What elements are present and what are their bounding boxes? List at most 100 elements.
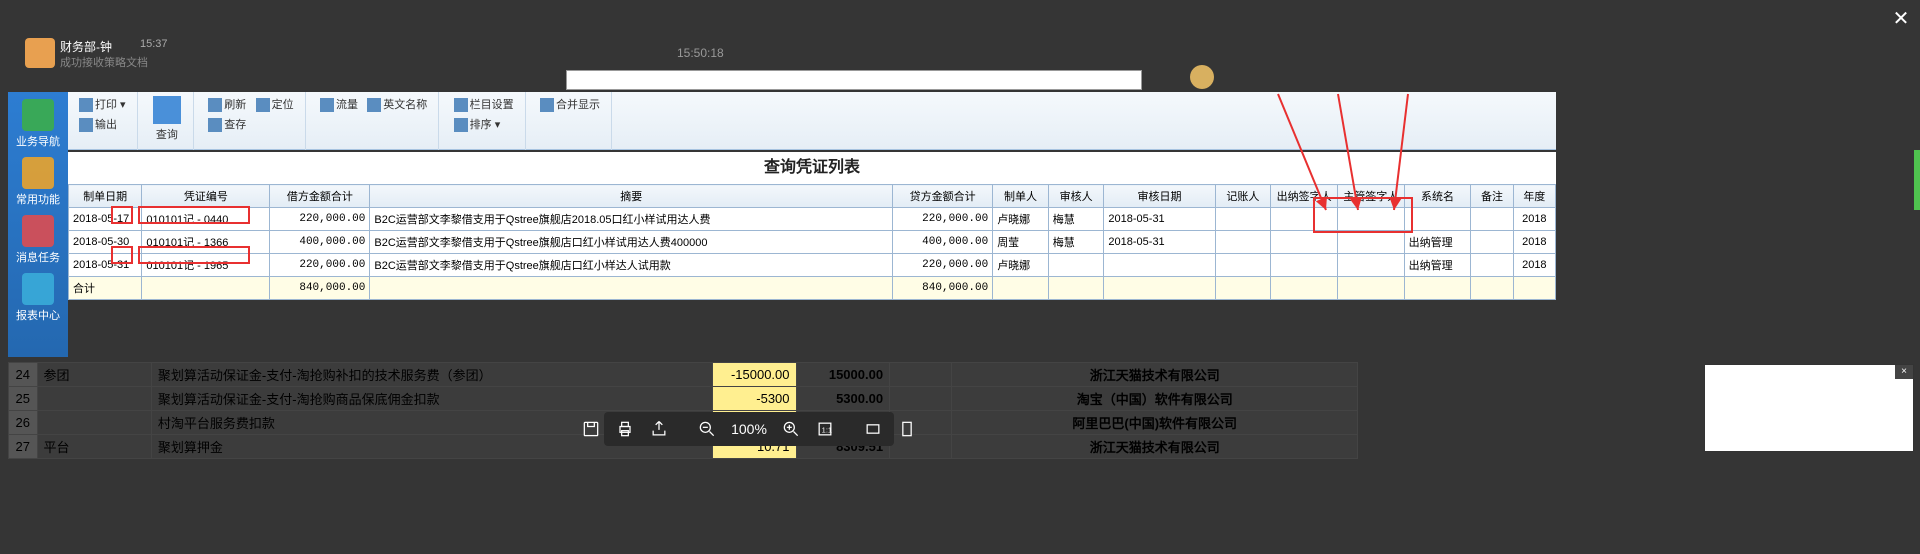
col-auditor[interactable]: 审核人 xyxy=(1048,185,1104,208)
cell-year[interactable]: 2018 xyxy=(1513,231,1555,254)
export-icon xyxy=(79,118,93,132)
column-settings-button[interactable]: 栏目设置 xyxy=(454,96,514,112)
cell-auditor[interactable]: 梅慧 xyxy=(1048,231,1104,254)
cell-supervisor[interactable] xyxy=(1337,231,1404,254)
refresh-button[interactable]: 刷新 xyxy=(208,96,246,112)
sort-icon xyxy=(454,118,468,132)
thumbnail-preview[interactable]: × xyxy=(1704,364,1914,452)
cell-bookkeeper[interactable] xyxy=(1215,254,1271,277)
table-row[interactable]: 2018-05-31010101记 - 1965220,000.00B2C运营部… xyxy=(69,254,1556,277)
sidebar-item-msg[interactable]: 消息任务 xyxy=(8,208,68,266)
mail-icon xyxy=(22,215,54,247)
cell-sys_name[interactable] xyxy=(1404,208,1471,231)
export-button[interactable]: 输出 xyxy=(79,116,117,132)
cell-bookkeeper[interactable] xyxy=(1215,208,1271,231)
nav-icon xyxy=(22,99,54,131)
cell-maker[interactable]: 卢晓娜 xyxy=(993,208,1049,231)
zoom-in-icon[interactable] xyxy=(781,419,801,439)
query-button[interactable]: 查询 xyxy=(153,94,181,142)
cell-debit[interactable]: 400,000.00 xyxy=(270,231,370,254)
col-supervisor[interactable]: 主管签字人 xyxy=(1337,185,1404,208)
cell-audit_date[interactable] xyxy=(1104,254,1215,277)
cell-year[interactable]: 2018 xyxy=(1513,254,1555,277)
sidebar-label: 报表中心 xyxy=(16,310,60,322)
flow-button[interactable]: 流量 xyxy=(320,96,358,112)
cell-sys_name[interactable]: 出纳管理 xyxy=(1404,231,1471,254)
zoom-out-icon[interactable] xyxy=(697,419,717,439)
cell-sys_name[interactable]: 出纳管理 xyxy=(1404,254,1471,277)
cell-maker[interactable]: 周莹 xyxy=(993,231,1049,254)
cell-credit[interactable]: 220,000.00 xyxy=(893,208,993,231)
cell-audit_date[interactable]: 2018-05-31 xyxy=(1104,231,1215,254)
chat-time: 15:37 xyxy=(140,38,168,50)
scrollbar[interactable] xyxy=(1914,150,1920,210)
share-icon[interactable] xyxy=(649,419,669,439)
fit-icon[interactable]: 1:1 xyxy=(815,419,835,439)
print-icon xyxy=(79,98,93,112)
rotate-icon[interactable] xyxy=(863,419,883,439)
col-voucher-no[interactable]: 凭证编号 xyxy=(142,185,270,208)
cell-remark[interactable] xyxy=(1471,231,1513,254)
col-remark[interactable]: 备注 xyxy=(1471,185,1513,208)
cell-auditor[interactable]: 梅慧 xyxy=(1048,208,1104,231)
col-summary[interactable]: 摘要 xyxy=(370,185,893,208)
col-date[interactable]: 制单日期 xyxy=(69,185,142,208)
cell-supervisor[interactable] xyxy=(1337,254,1404,277)
cell-voucher_no[interactable]: 010101记 - 0440 xyxy=(142,208,270,231)
cell-summary[interactable]: B2C运营部文李黎借支用于Qstree旗舰店口红小样试用达人费400000 xyxy=(370,231,893,254)
avatar-small xyxy=(1190,65,1214,89)
address-bar[interactable] xyxy=(566,70,1142,90)
cell-voucher_no[interactable]: 010101记 - 1965 xyxy=(142,254,270,277)
cell-remark[interactable] xyxy=(1471,208,1513,231)
savequery-button[interactable]: 查存 xyxy=(208,116,246,132)
save-icon[interactable] xyxy=(581,419,601,439)
col-sys-name[interactable]: 系统名 xyxy=(1404,185,1471,208)
print-icon[interactable] xyxy=(615,419,635,439)
cell-date[interactable]: 2018-05-17 xyxy=(69,208,142,231)
col-audit-date[interactable]: 审核日期 xyxy=(1104,185,1215,208)
cell-credit[interactable]: 220,000.00 xyxy=(893,254,993,277)
page-icon[interactable] xyxy=(897,419,917,439)
cell-maker[interactable]: 卢晓娜 xyxy=(993,254,1049,277)
cell-summary[interactable]: B2C运营部文李黎借支用于Qstree旗舰店2018.05口红小样试用达人费 xyxy=(370,208,893,231)
sidebar-item-fav[interactable]: 常用功能 xyxy=(8,150,68,208)
cell-debit[interactable]: 220,000.00 xyxy=(270,208,370,231)
close-button[interactable]: ✕ xyxy=(1886,4,1916,34)
col-cashier-sign[interactable]: 出纳签字人 xyxy=(1271,185,1338,208)
voucher-table-wrap: 制单日期 凭证编号 借方金额合计 摘要 贷方金额合计 制单人 审核人 审核日期 … xyxy=(68,184,1556,300)
cell-bookkeeper[interactable] xyxy=(1215,231,1271,254)
left-sidebar: 业务导航 常用功能 消息任务 报表中心 xyxy=(8,92,68,357)
sidebar-item-nav[interactable]: 业务导航 xyxy=(8,92,68,150)
total-label: 合计 xyxy=(69,277,142,300)
cell-summary[interactable]: B2C运营部文李黎借支用于Qstree旗舰店口红小样达人试用款 xyxy=(370,254,893,277)
cell-audit_date[interactable]: 2018-05-31 xyxy=(1104,208,1215,231)
col-credit[interactable]: 贷方金额合计 xyxy=(893,185,993,208)
cell-date[interactable]: 2018-05-30 xyxy=(69,231,142,254)
cell-cashier_sign[interactable] xyxy=(1271,208,1338,231)
center-timestamp: 15:50:18 xyxy=(677,46,724,60)
cell-year[interactable]: 2018 xyxy=(1513,208,1555,231)
cell-cashier_sign[interactable] xyxy=(1271,254,1338,277)
sort-button[interactable]: 排序 ▾ xyxy=(454,116,501,132)
col-bookkeeper[interactable]: 记账人 xyxy=(1215,185,1271,208)
thumbnail-close-icon[interactable]: × xyxy=(1895,365,1913,379)
col-debit[interactable]: 借方金额合计 xyxy=(270,185,370,208)
sidebar-item-report[interactable]: 报表中心 xyxy=(8,266,68,324)
locate-button[interactable]: 定位 xyxy=(256,96,294,112)
cell-auditor[interactable] xyxy=(1048,254,1104,277)
cell-remark[interactable] xyxy=(1471,254,1513,277)
table-row[interactable]: 2018-05-30010101记 - 1366400,000.00B2C运营部… xyxy=(69,231,1556,254)
table-row[interactable]: 2018-05-17010101记 - 0440220,000.00B2C运营部… xyxy=(69,208,1556,231)
english-name-button[interactable]: 英文名称 xyxy=(367,96,427,112)
cell-credit[interactable]: 400,000.00 xyxy=(893,231,993,254)
merge-display-button[interactable]: 合并显示 xyxy=(540,96,600,112)
report-icon xyxy=(22,273,54,305)
cell-supervisor[interactable] xyxy=(1337,208,1404,231)
col-year[interactable]: 年度 xyxy=(1513,185,1555,208)
print-button[interactable]: 打印 ▾ xyxy=(79,96,126,112)
col-maker[interactable]: 制单人 xyxy=(993,185,1049,208)
cell-debit[interactable]: 220,000.00 xyxy=(270,254,370,277)
cell-cashier_sign[interactable] xyxy=(1271,231,1338,254)
cell-date[interactable]: 2018-05-31 xyxy=(69,254,142,277)
cell-voucher_no[interactable]: 010101记 - 1366 xyxy=(142,231,270,254)
